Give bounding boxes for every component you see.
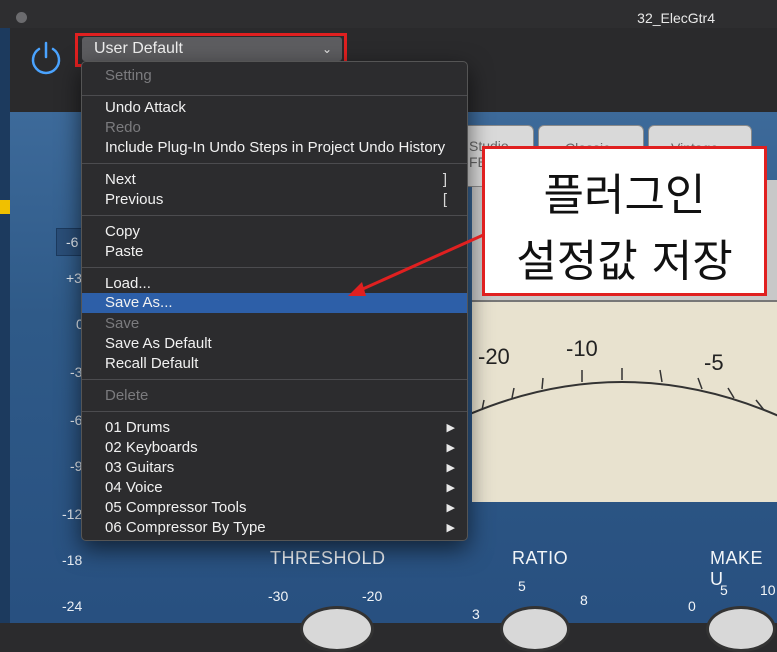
menu-item-label: Save As Default	[105, 335, 212, 352]
menu-item-label: 01 Drums	[105, 419, 171, 436]
track-marker	[0, 200, 10, 214]
menu-item-label: Delete	[105, 387, 149, 404]
makeup-tick: 5	[720, 582, 728, 598]
submenu-arrow-icon: ▶	[446, 462, 455, 474]
threshold-label: THRESHOLD	[270, 548, 386, 568]
scale-label: +3	[66, 270, 82, 286]
meter-number: -5	[704, 350, 724, 375]
menu-item-label: 05 Compressor Tools	[105, 499, 247, 516]
menu-item-setting: Setting	[82, 66, 467, 86]
submenu-arrow-icon: ▶	[446, 502, 455, 514]
menu-separator	[82, 215, 467, 216]
submenu-arrow-icon: ▶	[446, 442, 455, 454]
callout-line-2: 설정값 저장	[516, 236, 733, 287]
scale-label: -6	[66, 234, 79, 250]
scale-label: -12	[62, 506, 83, 522]
menu-item-label: 06 Compressor By Type	[105, 519, 266, 536]
menu-item-label: 04 Voice	[105, 479, 163, 496]
ratio-tick: 3	[472, 606, 480, 622]
ratio-knob[interactable]	[500, 606, 570, 652]
menu-item-keyboards[interactable]: 02 Keyboards ▶	[82, 438, 467, 458]
menu-item-redo: Redo	[82, 118, 467, 138]
menu-item-label: Undo Attack	[105, 99, 186, 116]
threshold-tick: -20	[362, 588, 383, 604]
menu-item-undo-attack[interactable]: Undo Attack	[82, 98, 467, 118]
menu-item-label: 03 Guitars	[105, 459, 175, 476]
threshold-tick: -30	[268, 588, 289, 604]
menu-item-label: Recall Default	[105, 355, 199, 372]
menu-item-label: Paste	[105, 243, 144, 260]
vu-meter: -20 -10 -5	[472, 300, 777, 502]
window-close-dot[interactable]	[16, 12, 27, 23]
window-title: 32_ElecGtr4	[637, 10, 715, 26]
left-track-strip	[0, 28, 10, 623]
menu-item-guitars[interactable]: 03 Guitars ▶	[82, 458, 467, 478]
menu-item-label: Save As...	[105, 294, 173, 311]
scale-label: -24	[62, 598, 83, 614]
menu-item-voice[interactable]: 04 Voice ▶	[82, 478, 467, 498]
menu-item-label: 02 Keyboards	[105, 439, 198, 456]
menu-item-label: Next	[105, 171, 136, 188]
menu-item-delete: Delete	[82, 386, 467, 406]
power-icon[interactable]	[28, 40, 64, 76]
menu-item-compressor-tools[interactable]: 05 Compressor Tools ▶	[82, 498, 467, 518]
submenu-arrow-icon: ▶	[446, 482, 455, 494]
menu-item-label: Copy	[105, 223, 141, 240]
menu-item-save-as-default[interactable]: Save As Default	[82, 334, 467, 354]
menu-item-label: Previous	[105, 191, 164, 208]
menu-separator	[82, 95, 467, 96]
menu-item-save: Save	[82, 314, 467, 334]
title-bar: 32_ElecGtr4	[0, 0, 777, 29]
annotation-callout: 플러그인 설정값 저장	[482, 146, 767, 296]
submenu-arrow-icon: ▶	[446, 522, 455, 534]
menu-separator	[82, 379, 467, 380]
menu-separator	[82, 411, 467, 412]
menu-item-label: Redo	[105, 119, 141, 136]
meter-number: -10	[566, 336, 598, 361]
menu-shortcut: ]	[442, 171, 447, 188]
menu-item-next[interactable]: Next]	[82, 170, 467, 190]
menu-shortcut: [	[442, 191, 447, 208]
makeup-tick: 10	[760, 582, 776, 598]
scale-label: -18	[62, 552, 83, 568]
menu-item-drums[interactable]: 01 Drums ▶	[82, 418, 467, 438]
submenu-arrow-icon: ▶	[446, 422, 455, 434]
ratio-tick: 8	[580, 592, 588, 608]
menu-item-include-undo-steps[interactable]: Include Plug-In Undo Steps in Project Un…	[82, 138, 467, 158]
menu-item-label: Load...	[105, 275, 151, 292]
menu-item-label: Include Plug-In Undo Steps in Project Un…	[105, 139, 446, 156]
ratio-label: RATIO	[512, 548, 569, 568]
callout-line-1: 플러그인	[543, 170, 706, 221]
makeup-knob[interactable]	[706, 606, 776, 652]
annotation-arrow-icon	[348, 230, 491, 296]
menu-separator	[82, 163, 467, 164]
makeup-tick: 0	[688, 598, 696, 614]
meter-scale-arc	[472, 368, 777, 417]
menu-item-previous[interactable]: Previous [	[82, 190, 467, 210]
menu-item-compressor-by-type[interactable]: 06 Compressor By Type ▶	[82, 518, 467, 538]
menu-item-recall-default[interactable]: Recall Default	[82, 354, 467, 374]
menu-item-label: Setting	[105, 67, 152, 84]
meter-number: -20	[478, 344, 510, 369]
threshold-knob[interactable]	[300, 606, 374, 652]
ratio-tick: 5	[518, 578, 526, 594]
menu-item-label: Save	[105, 315, 140, 332]
